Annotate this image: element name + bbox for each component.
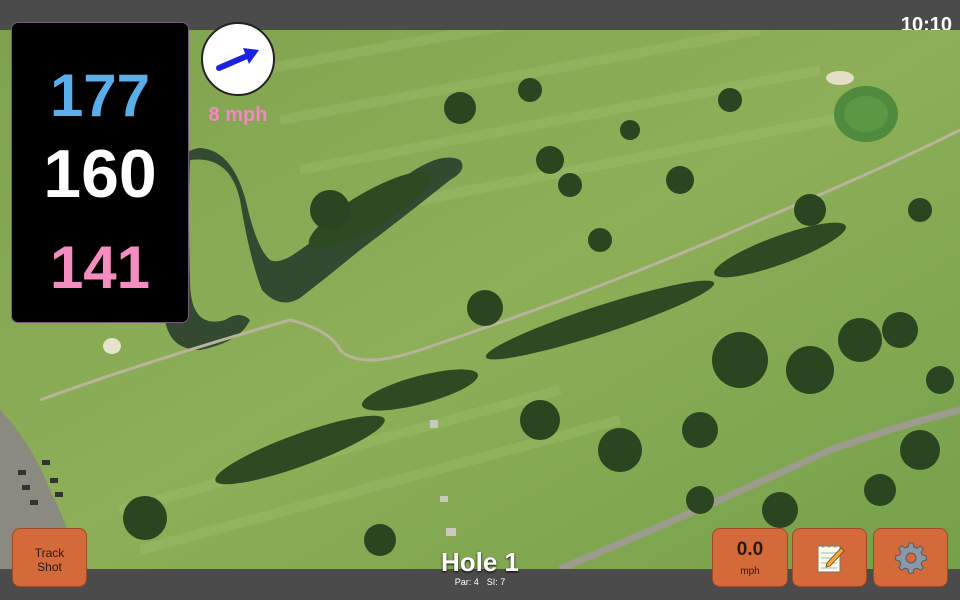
speed-button[interactable]: 0.0 mph [712,528,788,587]
notes-button[interactable] [792,528,867,587]
hole-info: Par: 4 SI: 7 [380,577,580,587]
track-shot-label-line1: Track [34,546,65,560]
speed-unit: mph [740,566,760,577]
hole-par: Par: 4 [454,577,479,587]
center-distance: 160 [43,136,157,212]
wind-speed: 8 mph [208,104,268,126]
settings-button[interactable] [873,528,948,587]
back-distance: 177 [49,62,151,129]
speed-value: 0.0 [736,539,764,560]
track-shot-label-line2: Shot [37,560,62,574]
wind-arrow-icon [216,48,259,71]
distance-panel: 177 160 141 [11,22,189,323]
notepad-icon [817,544,845,572]
wind-indicator [201,22,275,96]
front-distance: 141 [49,234,151,301]
hole-title: Hole 1 [440,547,520,577]
gear-icon [894,542,927,574]
track-shot-button[interactable]: Track Shot [12,528,87,587]
hole-si: SI: 7 [486,577,506,587]
